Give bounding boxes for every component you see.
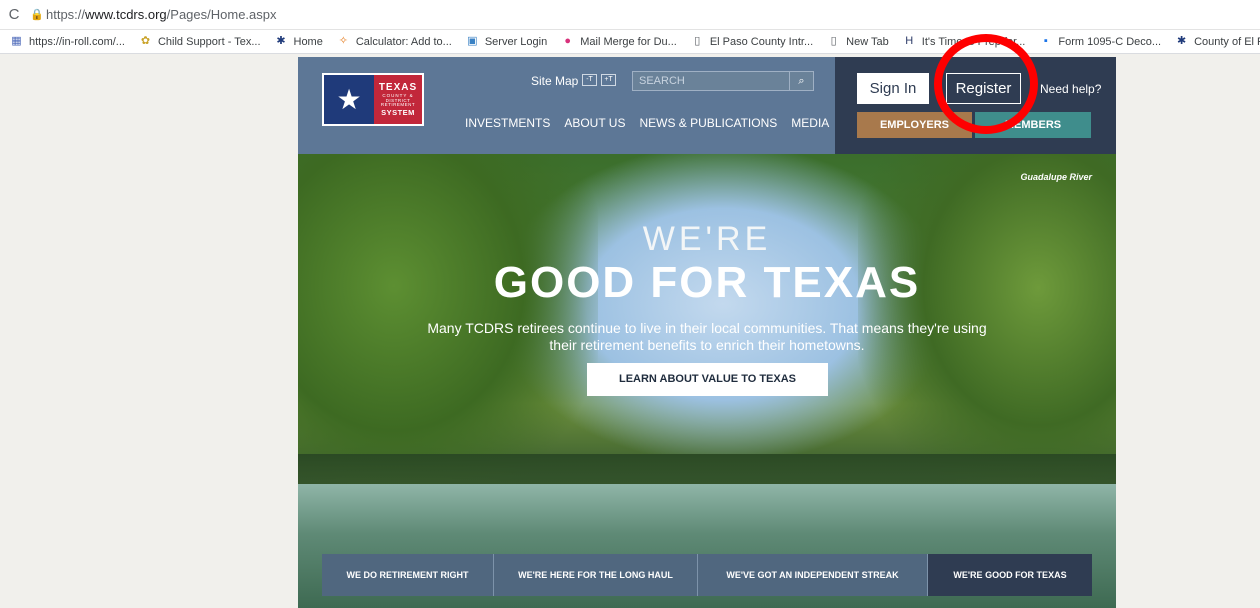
bookmark-label: Server Login [484,35,548,48]
bookmark-item[interactable]: ● Mail Merge for Du... [561,35,677,48]
bookmarks-bar: ▦ https://in-roll.com/... ✿ Child Support -… [0,30,1260,54]
bookmark-item[interactable]: ✿ Child Support - Tex... [139,35,261,48]
bookmark-item[interactable]: ✧ Calculator: Add to... [337,35,452,48]
bookmark-item[interactable]: ▦ https://in-roll.com/... [10,35,125,48]
hero-kicker: WE'RE [642,220,772,258]
bookmark-label: https://in-roll.com/... [29,35,125,48]
text-size-decrease-icon[interactable]: -T [582,74,597,86]
bookmark-item[interactable]: ▪ Form 1095-C Deco... [1039,35,1161,48]
bookmark-label: County of El Paso T... [1194,35,1260,48]
main-nav: INVESTMENTS ABOUT US NEWS & PUBLICATIONS… [465,116,829,130]
bookmark-item[interactable]: ✱ Home [275,35,323,48]
record-icon: ● [564,35,572,47]
learn-value-button[interactable]: LEARN ABOUT VALUE TO TEXAS [587,363,828,396]
bookmark-item[interactable]: ✱ County of El Paso T... [1175,35,1260,48]
tab-good-for-texas[interactable]: WE'RE GOOD FOR TEXAS [928,554,1092,596]
server-icon: ▣ [467,35,478,47]
address-bar: C 🔒 https://www.tcdrs.org/Pages/Home.asp… [0,0,1260,30]
star-icon: ✱ [1176,35,1187,47]
search-input[interactable]: SEARCH [633,72,789,90]
bookmark-item[interactable]: ▣ Server Login [466,35,547,48]
bookmark-label: Mail Merge for Du... [580,35,677,48]
site-map-link[interactable]: Site Map [531,74,578,88]
seal-icon: ✿ [140,35,151,47]
logo-line-1: TEXAS [378,82,418,93]
bookmark-label: Home [293,35,323,48]
tab-long-haul[interactable]: WE'RE HERE FOR THE LONG HAUL [494,554,698,596]
tcdrs-logo[interactable]: ★ TEXAS COUNTY & DISTRICT RETIREMENT SYS… [322,73,424,126]
logo-line-4: RETIREMENT [380,102,416,107]
nav-about-us[interactable]: ABOUT US [564,116,625,130]
hr-icon: H [905,35,914,47]
reload-icon[interactable]: C [0,6,28,23]
tab-independent-streak[interactable]: WE'VE GOT AN INDEPENDENT STREAK [698,554,928,596]
hero-banner: Guadalupe River WE'RE GOOD FOR TEXAS Man… [298,154,1116,608]
page-icon: ▯ [694,35,701,47]
annotation-circle [934,34,1038,134]
star-icon: ★ [324,75,374,124]
hero-tabs: WE DO RETIREMENT RIGHT WE'RE HERE FOR TH… [322,554,1092,596]
nav-investments[interactable]: INVESTMENTS [465,116,550,130]
nav-media[interactable]: MEDIA [791,116,829,130]
grid-icon: ▦ [11,35,22,47]
lock-icon[interactable]: 🔒 [28,8,46,21]
doc-icon: ▪ [1043,35,1048,47]
hero-subtext: Many TCDRS retirees continue to live in … [427,320,987,353]
nav-news-publications[interactable]: NEWS & PUBLICATIONS [639,116,777,130]
bookmark-item[interactable]: ▯ El Paso County Intr... [691,35,813,48]
sign-in-button[interactable]: Sign In [857,73,929,104]
bookmark-label: Calculator: Add to... [355,35,452,48]
star-icon: ✱ [276,35,286,47]
tab-retirement-right[interactable]: WE DO RETIREMENT RIGHT [322,554,494,596]
url-text[interactable]: https://www.tcdrs.org/Pages/Home.aspx [46,7,277,22]
bookmark-label: Child Support - Tex... [157,35,261,48]
search-icon[interactable]: ⌕ [789,72,813,90]
photo-caption: Guadalupe River [1020,172,1092,182]
bookmark-label: El Paso County Intr... [709,35,814,48]
need-help-link[interactable]: Need help? [1040,82,1101,96]
bookmark-label: Form 1095-C Deco... [1058,35,1162,48]
logo-line-5: SYSTEM [381,107,415,117]
bookmark-item[interactable]: ▯ New Tab [827,35,889,48]
search-box[interactable]: SEARCH ⌕ [632,71,814,91]
text-size-increase-icon[interactable]: +T [601,74,616,86]
tcdrs-page: ★ TEXAS COUNTY & DISTRICT RETIREMENT SYS… [298,57,1116,608]
page-icon: ▯ [830,35,837,47]
bookmark-label: New Tab [846,35,889,48]
hero-headline: GOOD FOR TEXAS [493,258,921,307]
sparkle-icon: ✧ [338,35,348,47]
